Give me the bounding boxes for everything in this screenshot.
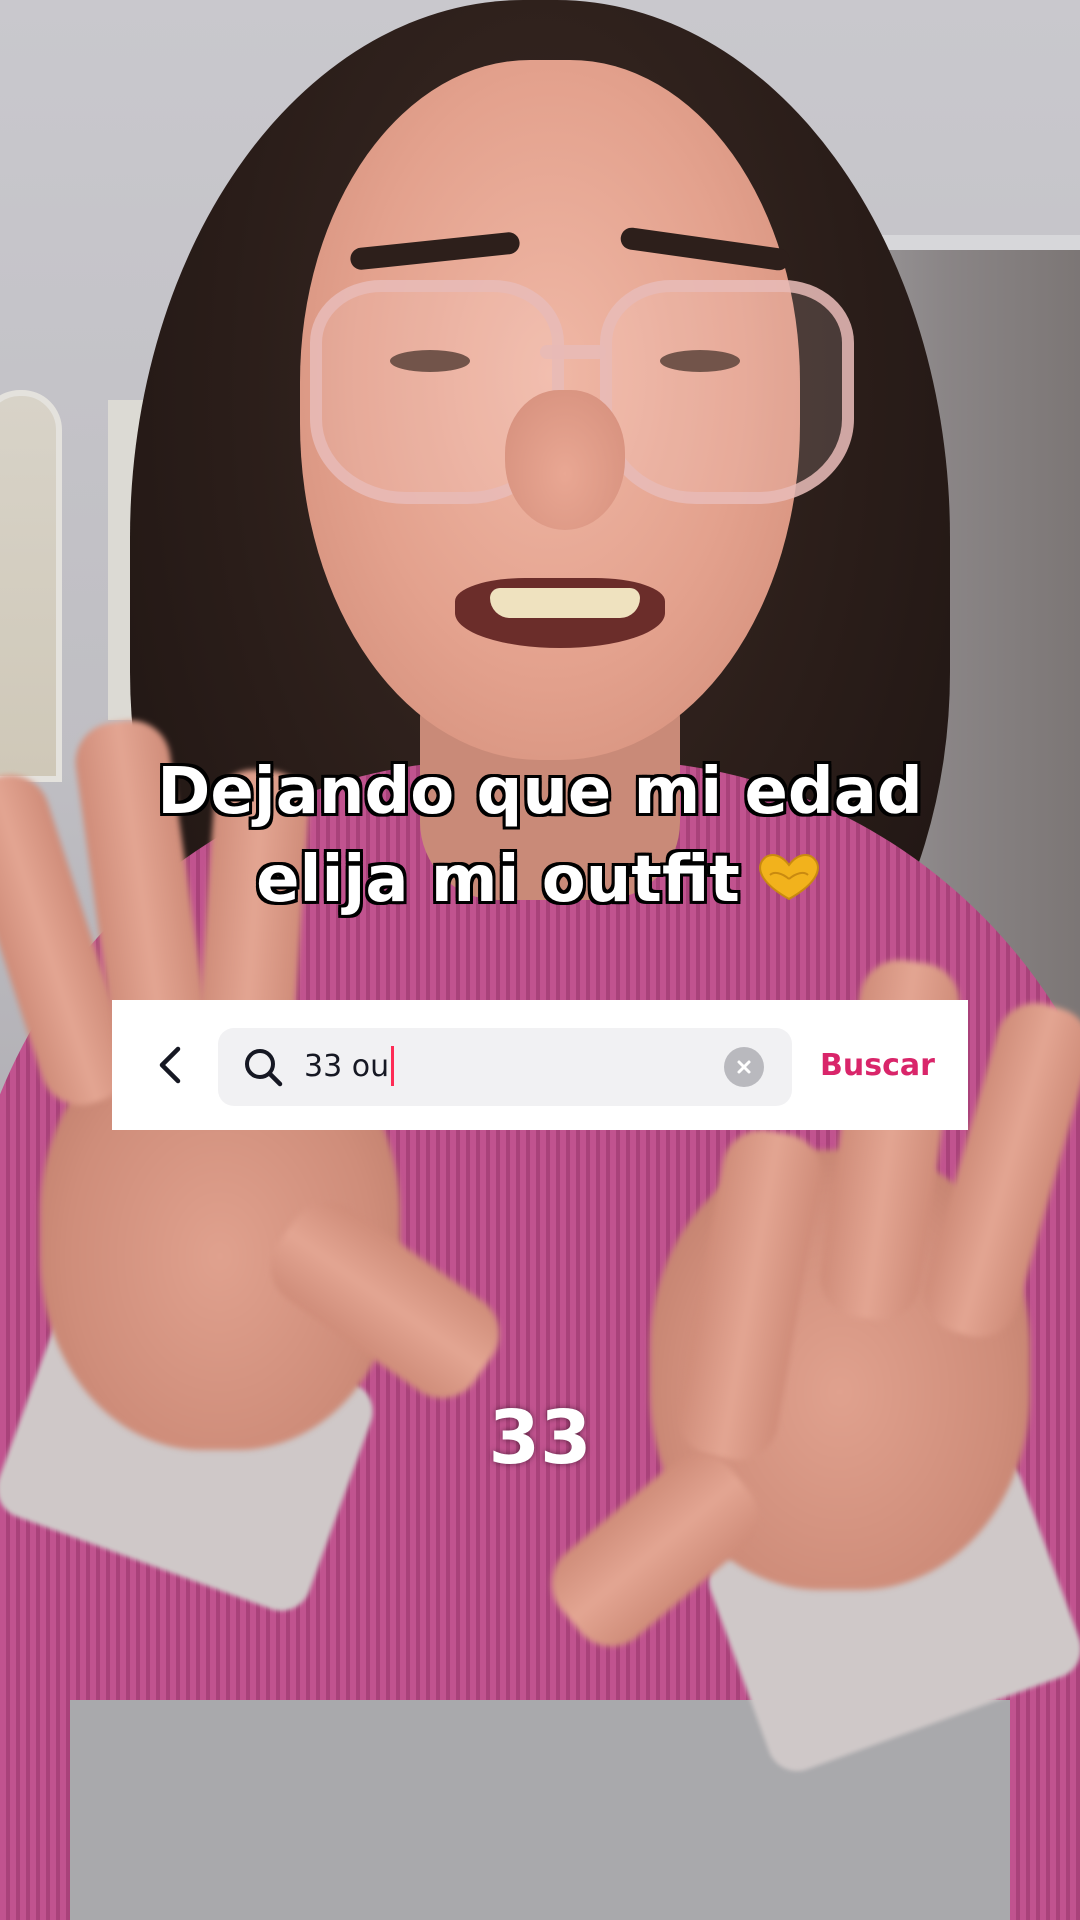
age-counter: 33 — [488, 1395, 592, 1481]
back-button[interactable] — [134, 1030, 204, 1100]
search-icon — [245, 1049, 283, 1087]
nose — [505, 390, 625, 530]
search-input-value: 33 ou — [304, 1049, 390, 1084]
glasses-right-lens — [600, 280, 854, 504]
clear-icon — [737, 1060, 751, 1074]
clear-search-button[interactable] — [724, 1047, 764, 1087]
glasses-bridge — [540, 345, 606, 359]
search-bar: 33 ou Buscar — [112, 1000, 968, 1130]
caption-line-1: Dejando que mi edad — [157, 755, 923, 829]
caption-line-2: elija mi outfit — [256, 843, 740, 917]
search-submit-button[interactable]: Buscar — [820, 1038, 935, 1094]
mirror — [0, 390, 62, 782]
caption-line-2-wrap: elija mi outfit — [40, 836, 1040, 924]
search-input[interactable]: 33 ou — [304, 1042, 704, 1092]
teeth — [490, 588, 640, 618]
search-field[interactable]: 33 ou — [218, 1028, 792, 1106]
heart-hands-icon — [759, 854, 819, 901]
background-photo — [0, 0, 1080, 1920]
chevron-left-icon — [159, 1046, 181, 1084]
video-frame: Dejando que mi edad elija mi outfit 33 o… — [0, 0, 1080, 1920]
text-cursor — [391, 1045, 395, 1086]
video-caption: Dejando que mi edad elija mi outfit — [40, 748, 1040, 924]
